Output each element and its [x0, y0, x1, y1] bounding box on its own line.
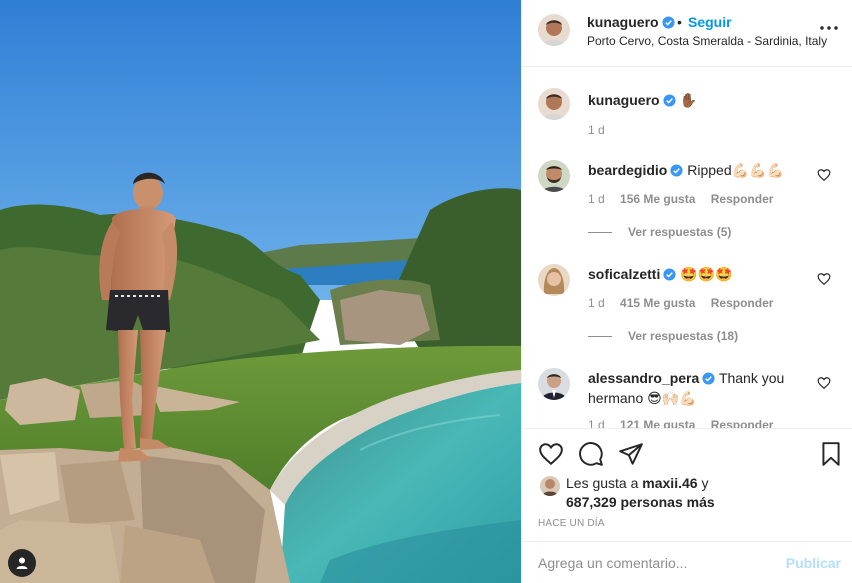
reply-button[interactable]: Responder [711, 296, 774, 310]
post-photo[interactable] [0, 0, 521, 583]
comments-list[interactable]: kunaguero ✋🏾 1 d beardegidio Ripped💪🏻💪🏻💪… [522, 68, 852, 428]
likes-text: Les gusta a maxii.46 y 687,329 personas … [566, 474, 715, 512]
add-comment-bar: Publicar [522, 541, 852, 583]
commenter-avatar[interactable] [538, 368, 570, 400]
post-side-panel: kunaguero • Seguir Porto Cervo, Costa Sm… [521, 0, 852, 583]
post-header: kunaguero • Seguir Porto Cervo, Costa Sm… [522, 0, 852, 67]
comment-text: alessandro_pera Thank you hermano 😎🙌🏻💪🏻 [588, 368, 818, 408]
publish-button[interactable]: Publicar [786, 555, 841, 571]
heart-icon[interactable] [817, 272, 831, 286]
view-replies-label: Ver respuestas (5) [628, 225, 732, 239]
replies-divider [588, 232, 612, 234]
author-username[interactable]: kunaguero [587, 14, 675, 30]
commenter-avatar[interactable] [538, 264, 570, 296]
heart-icon[interactable] [538, 441, 564, 467]
verified-badge-icon [702, 372, 715, 385]
likes-count[interactable]: 687,329 personas más [566, 494, 715, 510]
comment-input[interactable] [538, 552, 768, 574]
follow-button[interactable]: Seguir [688, 14, 732, 30]
likes-suffix: y [701, 475, 709, 491]
likes-prefix: Les gusta a [566, 475, 639, 491]
caption-time: 1 d [588, 123, 605, 137]
author-avatar[interactable] [538, 88, 570, 120]
comment-time: 1 d [588, 296, 605, 310]
caption-text: kunaguero ✋🏾 [588, 90, 818, 110]
follow-separator: • [677, 14, 682, 30]
comment-username[interactable]: soficalzetti [588, 266, 660, 282]
verified-badge-icon [670, 164, 683, 177]
comment-likes[interactable]: 121 Me gusta [620, 418, 695, 428]
comment-meta: 1 d 121 Me gusta Responder [588, 418, 785, 428]
comment-body: 🤩🤩🤩 [680, 266, 733, 282]
caption-username[interactable]: kunaguero [588, 92, 660, 108]
liker-avatar[interactable] [540, 476, 560, 496]
comment-username[interactable]: alessandro_pera [588, 370, 699, 386]
comment-time: 1 d [588, 192, 605, 206]
verified-badge-icon [662, 16, 675, 29]
reply-button[interactable]: Responder [711, 418, 774, 428]
beach-pool-photo [0, 0, 521, 583]
comment-meta: 1 d 156 Me gusta Responder [588, 192, 785, 206]
comment-text: soficalzetti 🤩🤩🤩 [588, 264, 818, 284]
user-tag-icon[interactable] [8, 549, 36, 577]
caption-meta: 1 d [588, 123, 617, 137]
comment-body: Ripped💪🏻💪🏻💪🏻 [687, 162, 784, 178]
author-avatar[interactable] [538, 14, 570, 46]
comment-bubble-icon[interactable] [578, 441, 604, 467]
comment-likes[interactable]: 415 Me gusta [620, 296, 695, 310]
caption-emoji: ✋🏾 [679, 92, 697, 108]
view-replies-button[interactable]: Ver respuestas (18) [588, 329, 738, 343]
more-horizontal-icon[interactable] [817, 22, 841, 34]
comment-text: beardegidio Ripped💪🏻💪🏻💪🏻 [588, 160, 818, 180]
heart-icon[interactable] [817, 376, 831, 390]
comment-username[interactable]: beardegidio [588, 162, 667, 178]
verified-badge-icon [663, 94, 676, 107]
reply-button[interactable]: Responder [711, 192, 774, 206]
heart-icon[interactable] [817, 168, 831, 182]
paper-plane-icon[interactable] [618, 441, 644, 467]
comment-time: 1 d [588, 418, 605, 428]
comment-meta: 1 d 415 Me gusta Responder [588, 296, 785, 310]
action-bar [522, 428, 852, 472]
commenter-avatar[interactable] [538, 160, 570, 192]
verified-badge-icon [663, 268, 676, 281]
comment-likes[interactable]: 156 Me gusta [620, 192, 695, 206]
view-replies-button[interactable]: Ver respuestas (5) [588, 225, 731, 239]
post-timestamp[interactable]: HACE UN DÍA [538, 518, 605, 529]
location-link[interactable]: Porto Cervo, Costa Smeralda - Sardinia, … [587, 34, 827, 48]
view-replies-label: Ver respuestas (18) [628, 329, 739, 343]
liker-username[interactable]: maxii.46 [642, 475, 697, 491]
bookmark-icon[interactable] [818, 441, 844, 467]
replies-divider [588, 336, 612, 338]
